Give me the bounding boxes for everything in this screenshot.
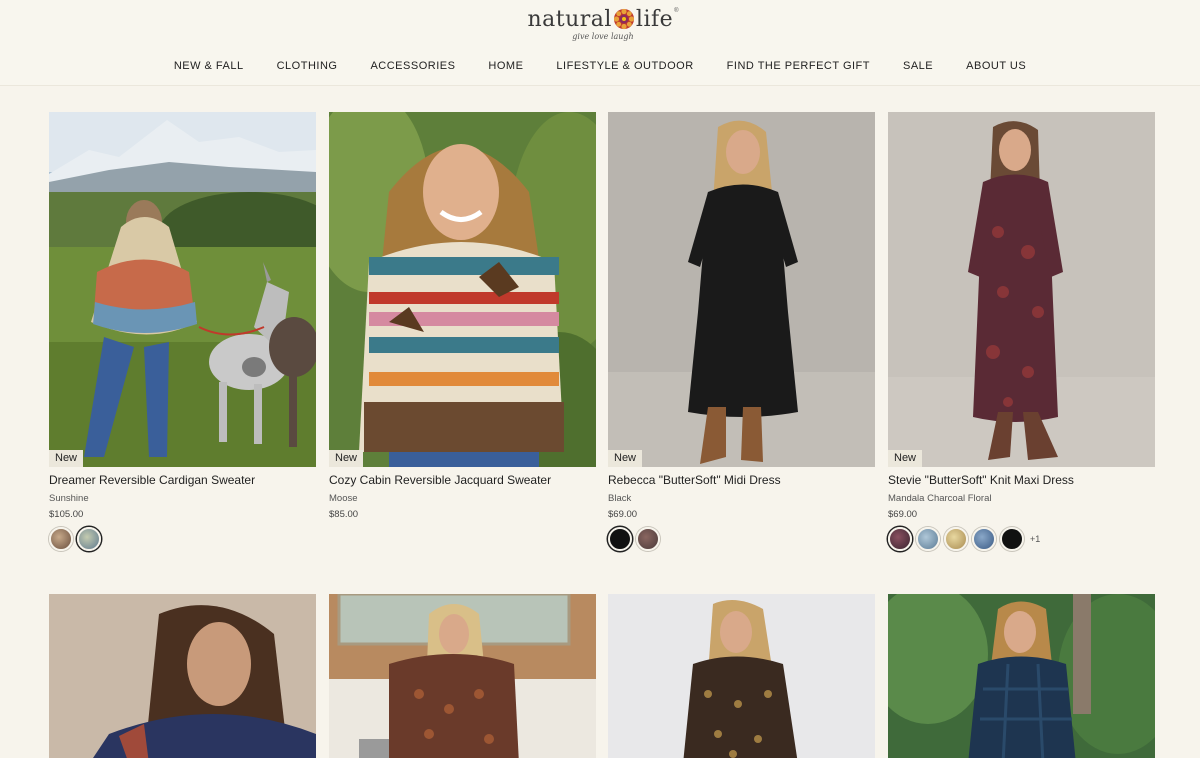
registered-mark: ® [674,8,679,14]
color-swatch[interactable] [77,527,101,551]
site-header: natural life ® give love laugh NEW & FAL… [0,0,1200,86]
nav-clothing[interactable]: CLOTHING [260,60,354,72]
product-image[interactable] [329,594,596,758]
product-card[interactable] [329,594,596,758]
product-image[interactable] [49,112,316,467]
product-card[interactable]: New Rebecca "ButterSoft" Midi Dress Blac… [608,112,875,557]
product-title[interactable]: Rebecca "ButterSoft" Midi Dress [608,473,781,487]
nav-lifestyle-outdoor[interactable]: LIFESTYLE & OUTDOOR [540,60,710,72]
new-badge: New [329,450,364,467]
product-card[interactable]: New Stevie "ButterSoft" Knit Maxi Dress … [888,112,1155,557]
color-swatches [49,527,101,551]
new-badge: New [888,450,923,467]
product-title[interactable]: Cozy Cabin Reversible Jacquard Sweater [329,473,551,487]
product-variant: Black [608,493,632,504]
nav-home[interactable]: HOME [472,60,540,72]
color-swatch[interactable] [972,527,996,551]
nav-about-us[interactable]: ABOUT US [950,60,1043,72]
product-price: $85.00 [329,509,359,520]
brand-logo[interactable]: natural life ® give love laugh [526,4,680,48]
brand-tagline: give love laugh [572,32,634,41]
product-image[interactable] [329,112,596,467]
nav-perfect-gift[interactable]: FIND THE PERFECT GIFT [710,60,886,72]
color-swatch[interactable] [1000,527,1024,551]
nav-accessories[interactable]: ACCESSORIES [354,60,472,72]
new-badge: New [49,450,84,467]
product-card[interactable] [49,594,316,758]
flower-logo-icon [613,8,635,30]
color-swatches [608,527,660,551]
product-card[interactable]: New Cozy Cabin Reversible Jacquard Sweat… [329,112,596,557]
color-swatch[interactable] [636,527,660,551]
product-price: $69.00 [608,509,638,520]
product-image[interactable] [608,112,875,467]
nav-new-fall[interactable]: NEW & FALL [157,60,260,72]
color-swatch[interactable] [608,527,632,551]
product-variant: Sunshine [49,493,89,504]
new-badge: New [608,450,643,467]
product-card[interactable]: New Dreamer Reversible Cardigan Sweater … [49,112,316,557]
color-swatches: +1 [888,527,1040,551]
product-title[interactable]: Stevie "ButterSoft" Knit Maxi Dress [888,473,1074,487]
product-price: $105.00 [49,509,84,520]
product-image[interactable] [888,594,1155,758]
more-colors-count[interactable]: +1 [1030,534,1040,544]
product-card[interactable] [608,594,875,758]
color-swatch[interactable] [944,527,968,551]
product-image[interactable] [888,112,1155,467]
main-nav: NEW & FALL CLOTHING ACCESSORIES HOME LIF… [0,60,1200,72]
color-swatch[interactable] [888,527,912,551]
product-image[interactable] [608,594,875,758]
product-variant: Moose [329,493,358,504]
product-card[interactable] [888,594,1155,758]
product-title[interactable]: Dreamer Reversible Cardigan Sweater [49,473,255,487]
brand-name-right: life [635,6,674,32]
nav-sale[interactable]: SALE [887,60,950,72]
color-swatch[interactable] [916,527,940,551]
brand-name-left: natural [527,6,612,32]
product-variant: Mandala Charcoal Floral [888,493,992,504]
product-image[interactable] [49,594,316,758]
color-swatch[interactable] [49,527,73,551]
product-price: $69.00 [888,509,918,520]
